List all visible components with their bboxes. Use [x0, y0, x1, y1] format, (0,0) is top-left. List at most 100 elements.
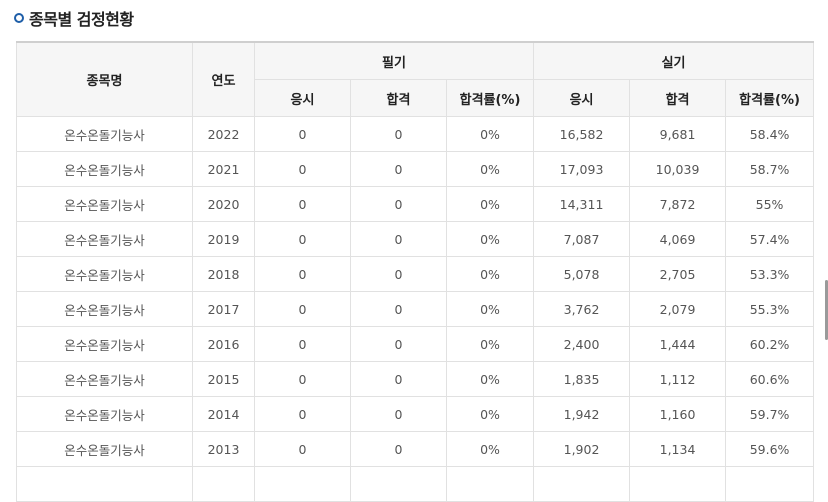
cell-practical-rate: 55.3% [725, 291, 815, 327]
table-row: 온수온돌기능사 2015 0 0 0% 1,835 1,112 60.6% [16, 361, 815, 397]
cell-practical-rate: 58.7% [725, 151, 815, 187]
cell-year: 2020 [192, 186, 255, 222]
table-row: 온수온돌기능사 2020 0 0 0% 14,311 7,872 55% [16, 186, 815, 222]
cell-year: 2016 [192, 326, 255, 362]
cell-written-apply: 0 [254, 326, 351, 362]
cell-practical-apply: 14,311 [533, 186, 631, 222]
cell-year: 2013 [192, 431, 255, 467]
cell-practical-pass [629, 466, 727, 502]
header-name: 종목명 [16, 41, 193, 117]
cell-name: 온수온돌기능사 [16, 431, 193, 467]
cell-written-apply: 0 [254, 256, 351, 292]
page-title: 종목별 검정현황 [29, 10, 134, 29]
header-practical-pass: 합격 [629, 79, 727, 117]
cell-written-rate [445, 466, 535, 502]
cell-practical-apply [533, 466, 631, 502]
cell-practical-rate: 58.4% [725, 116, 815, 152]
cell-written-rate: 0% [445, 186, 535, 222]
cell-written-rate: 0% [445, 396, 535, 432]
cell-practical-rate [725, 466, 815, 502]
cell-practical-apply: 5,078 [533, 256, 631, 292]
cell-written-apply: 0 [254, 361, 351, 397]
cell-written-pass: 0 [350, 116, 447, 152]
cell-practical-apply: 2,400 [533, 326, 631, 362]
header-written-apply: 응시 [254, 79, 351, 117]
header-practical: 실기 [533, 41, 815, 80]
cell-written-pass: 0 [350, 431, 447, 467]
cell-practical-rate: 53.3% [725, 256, 815, 292]
table-row: 온수온돌기능사 2014 0 0 0% 1,942 1,160 59.7% [16, 396, 815, 432]
cell-written-rate: 0% [445, 256, 535, 292]
cell-written-rate: 0% [445, 326, 535, 362]
cell-name: 온수온돌기능사 [16, 186, 193, 222]
cell-name: 온수온돌기능사 [16, 221, 193, 257]
cell-practical-rate: 55% [725, 186, 815, 222]
cell-practical-rate: 57.4% [725, 221, 815, 257]
cell-practical-apply: 7,087 [533, 221, 631, 257]
cell-practical-pass: 2,705 [629, 256, 727, 292]
header-written-pass: 합격 [350, 79, 447, 117]
cell-written-rate: 0% [445, 291, 535, 327]
cell-written-apply: 0 [254, 431, 351, 467]
table-row: 온수온돌기능사 2016 0 0 0% 2,400 1,444 60.2% [16, 326, 815, 362]
table-row: 온수온돌기능사 2021 0 0 0% 17,093 10,039 58.7% [16, 151, 815, 187]
cell-year: 2019 [192, 221, 255, 257]
cell-written-pass: 0 [350, 221, 447, 257]
cell-practical-apply: 3,762 [533, 291, 631, 327]
section-header: 종목별 검정현황 [14, 6, 134, 30]
exam-status-table: 종목명 연도 필기 실기 응시 합격 합격률(%) 응시 합격 합격률(%) 온… [16, 41, 815, 502]
cell-written-apply: 0 [254, 221, 351, 257]
cell-practical-rate: 60.2% [725, 326, 815, 362]
cell-name: 온수온돌기능사 [16, 326, 193, 362]
cell-written-rate: 0% [445, 151, 535, 187]
cell-practical-pass: 1,160 [629, 396, 727, 432]
circle-bullet-icon [14, 13, 24, 23]
cell-written-pass: 0 [350, 361, 447, 397]
cell-written-pass: 0 [350, 186, 447, 222]
cell-year: 2021 [192, 151, 255, 187]
cell-written-pass: 0 [350, 326, 447, 362]
table-row: 온수온돌기능사 2019 0 0 0% 7,087 4,069 57.4% [16, 221, 815, 257]
cell-written-pass [350, 466, 447, 502]
table-row: 온수온돌기능사 2013 0 0 0% 1,902 1,134 59.6% [16, 431, 815, 467]
cell-year: 2018 [192, 256, 255, 292]
cell-name: 온수온돌기능사 [16, 116, 193, 152]
table-row: 온수온돌기능사 2018 0 0 0% 5,078 2,705 53.3% [16, 256, 815, 292]
table-row: 온수온돌기능사 2017 0 0 0% 3,762 2,079 55.3% [16, 291, 815, 327]
header-year: 연도 [192, 41, 255, 117]
cell-practical-pass: 1,444 [629, 326, 727, 362]
header-practical-apply: 응시 [533, 79, 631, 117]
header-written-rate: 합격률(%) [445, 79, 535, 117]
cell-written-rate: 0% [445, 221, 535, 257]
cell-practical-pass: 1,112 [629, 361, 727, 397]
cell-written-apply [254, 466, 351, 502]
cell-practical-apply: 16,582 [533, 116, 631, 152]
cell-name: 온수온돌기능사 [16, 256, 193, 292]
cell-written-apply: 0 [254, 186, 351, 222]
cell-practical-pass: 2,079 [629, 291, 727, 327]
header-row-top: 종목명 연도 필기 실기 [16, 41, 815, 117]
cell-practical-apply: 1,942 [533, 396, 631, 432]
cell-year: 2022 [192, 116, 255, 152]
cell-written-pass: 0 [350, 291, 447, 327]
cell-practical-apply: 1,902 [533, 431, 631, 467]
cell-name: 온수온돌기능사 [16, 151, 193, 187]
cell-written-rate: 0% [445, 431, 535, 467]
cell-practical-rate: 59.6% [725, 431, 815, 467]
cell-year: 2015 [192, 361, 255, 397]
cell-name: 온수온돌기능사 [16, 361, 193, 397]
cell-written-apply: 0 [254, 116, 351, 152]
cell-practical-pass: 9,681 [629, 116, 727, 152]
table-row [16, 466, 815, 502]
cell-practical-rate: 59.7% [725, 396, 815, 432]
cell-name: 온수온돌기능사 [16, 396, 193, 432]
cell-written-apply: 0 [254, 151, 351, 187]
table-row: 온수온돌기능사 2022 0 0 0% 16,582 9,681 58.4% [16, 116, 815, 152]
cell-practical-apply: 17,093 [533, 151, 631, 187]
cell-written-rate: 0% [445, 116, 535, 152]
cell-practical-pass: 10,039 [629, 151, 727, 187]
header-written: 필기 [253, 41, 535, 80]
cell-written-pass: 0 [350, 256, 447, 292]
header-practical-rate: 합격률(%) [725, 79, 815, 117]
cell-year: 2017 [192, 291, 255, 327]
